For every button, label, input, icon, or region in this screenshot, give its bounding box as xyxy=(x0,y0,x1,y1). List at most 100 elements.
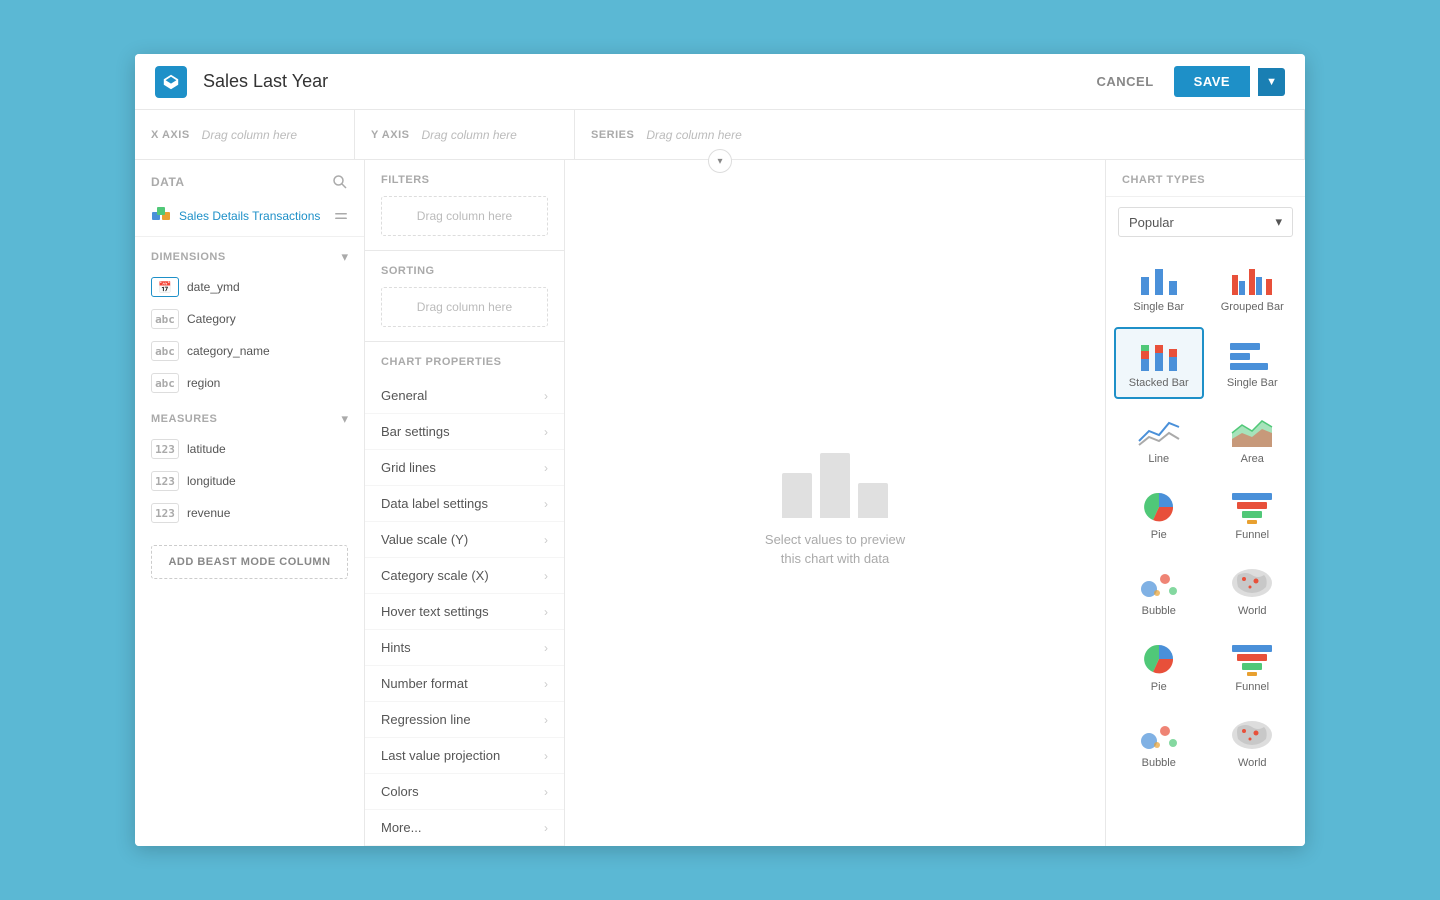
preview-panel: Select values to preview this chart with… xyxy=(565,160,1105,846)
chart-prop-value-scale[interactable]: Value scale (Y) › xyxy=(365,522,564,558)
filters-drag-zone[interactable]: Drag column here xyxy=(381,196,548,236)
chevron-right-icon: › xyxy=(544,389,548,403)
chart-prop-number-format[interactable]: Number format › xyxy=(365,666,564,702)
x-axis-placeholder[interactable]: Drag column here xyxy=(202,128,297,142)
chevron-right-icon: › xyxy=(544,713,548,727)
x-axis-label: X AXIS xyxy=(151,129,190,141)
number-icon: 123 xyxy=(151,471,179,491)
search-icon[interactable] xyxy=(332,174,348,190)
preview-message: Select values to preview this chart with… xyxy=(765,530,905,569)
data-source-icon xyxy=(151,206,171,226)
chart-prop-more[interactable]: More... › xyxy=(365,810,564,846)
dimensions-title: DIMENSIONS xyxy=(151,251,226,263)
measure-revenue[interactable]: 123 revenue xyxy=(135,497,364,529)
y-axis-placeholder[interactable]: Drag column here xyxy=(421,128,516,142)
chart-type-funnel[interactable]: Funnel xyxy=(1208,479,1298,551)
sorting-drag-zone[interactable]: Drag column here xyxy=(381,287,548,327)
chart-prop-bar-settings[interactable]: Bar settings › xyxy=(365,414,564,450)
dimensions-collapse-icon[interactable]: ▾ xyxy=(341,249,348,265)
dropdown-chevron-icon: ▾ xyxy=(1275,214,1282,230)
app-window: Sales Last Year CANCEL SAVE ▼ X AXIS Dra… xyxy=(135,54,1305,846)
data-source-name[interactable]: Sales Details Transactions xyxy=(179,209,326,223)
center-panel: FILTERS Drag column here SORTING Drag co… xyxy=(365,160,565,846)
preview-bar-1 xyxy=(782,473,812,518)
chevron-right-icon: › xyxy=(544,785,548,799)
measure-latitude[interactable]: 123 latitude xyxy=(135,433,364,465)
series-label: SERIES xyxy=(591,129,634,141)
axis-collapse-button[interactable]: ▾ xyxy=(708,149,732,173)
chevron-right-icon: › xyxy=(544,461,548,475)
data-source-settings-icon[interactable] xyxy=(334,209,348,223)
chevron-right-icon: › xyxy=(544,821,548,835)
number-icon: 123 xyxy=(151,439,179,459)
chevron-right-icon: › xyxy=(544,533,548,547)
dimension-name: Category xyxy=(187,312,236,326)
chart-type-bubble[interactable]: Bubble xyxy=(1114,555,1204,627)
chart-properties-title: CHART PROPERTIES xyxy=(365,342,564,378)
chart-prop-colors[interactable]: Colors › xyxy=(365,774,564,810)
chart-type-funnel-2[interactable]: Funnel xyxy=(1208,631,1298,703)
chart-type-single-bar[interactable]: Single Bar xyxy=(1114,251,1204,323)
chart-prop-hints[interactable]: Hints › xyxy=(365,630,564,666)
dimension-region[interactable]: abc region xyxy=(135,367,364,399)
chart-properties-section: CHART PROPERTIES General › Bar settings … xyxy=(365,342,564,846)
chart-types-title: CHART TYPES xyxy=(1106,160,1305,197)
preview-bar-2 xyxy=(820,453,850,518)
dimension-category[interactable]: abc Category xyxy=(135,303,364,335)
chevron-right-icon: › xyxy=(544,749,548,763)
axis-bar: X AXIS Drag column here Y AXIS Drag colu… xyxy=(135,110,1305,160)
dimension-date-ymd[interactable]: 📅 date_ymd xyxy=(135,271,364,303)
chart-type-pie[interactable]: Pie xyxy=(1114,479,1204,551)
chart-prop-data-labels[interactable]: Data label settings › xyxy=(365,486,564,522)
page-title: Sales Last Year xyxy=(203,71,1085,92)
measure-longitude[interactable]: 123 longitude xyxy=(135,465,364,497)
save-button[interactable]: SAVE xyxy=(1174,66,1250,97)
dimension-name: date_ymd xyxy=(187,280,240,294)
cancel-button[interactable]: CANCEL xyxy=(1085,66,1166,97)
save-dropdown-button[interactable]: ▼ xyxy=(1258,68,1285,96)
chart-prop-regression-line[interactable]: Regression line › xyxy=(365,702,564,738)
text-icon: abc xyxy=(151,309,179,329)
measure-name: revenue xyxy=(187,506,230,520)
chart-type-stacked-bar[interactable]: Stacked Bar xyxy=(1114,327,1204,399)
chart-prop-general[interactable]: General › xyxy=(365,378,564,414)
chevron-right-icon: › xyxy=(544,497,548,511)
chevron-right-icon: › xyxy=(544,605,548,619)
chart-type-world[interactable]: World xyxy=(1208,555,1298,627)
chart-prop-hover-text[interactable]: Hover text settings › xyxy=(365,594,564,630)
chart-prop-last-value[interactable]: Last value projection › xyxy=(365,738,564,774)
chart-type-single-bar-h[interactable]: Single Bar xyxy=(1208,327,1298,399)
data-source-row[interactable]: Sales Details Transactions xyxy=(135,200,364,237)
main-content: DATA Sales Details Transactions xyxy=(135,160,1305,846)
dimensions-list: 📅 date_ymd abc Category abc category_nam… xyxy=(135,271,364,399)
dimension-name: category_name xyxy=(187,344,270,358)
chart-types-grid: Single Bar Grouped Bar xyxy=(1106,247,1305,783)
data-panel: DATA Sales Details Transactions xyxy=(135,160,365,846)
sorting-section: SORTING Drag column here xyxy=(365,251,564,342)
app-logo xyxy=(155,66,187,98)
x-axis-section: X AXIS Drag column here xyxy=(135,110,355,159)
dimension-category-name[interactable]: abc category_name xyxy=(135,335,364,367)
chart-type-grouped-bar[interactable]: Grouped Bar xyxy=(1208,251,1298,323)
chart-prop-category-scale[interactable]: Category scale (X) › xyxy=(365,558,564,594)
y-axis-label: Y AXIS xyxy=(371,129,409,141)
series-placeholder[interactable]: Drag column here xyxy=(646,128,741,142)
add-beast-mode-button[interactable]: ADD BEAST MODE COLUMN xyxy=(151,545,348,579)
chart-type-bubble-2[interactable]: Bubble xyxy=(1114,707,1204,779)
chart-type-area[interactable]: Area xyxy=(1208,403,1298,475)
sorting-title: SORTING xyxy=(381,265,548,277)
chart-type-world-2[interactable]: World xyxy=(1208,707,1298,779)
preview-bars xyxy=(782,438,888,518)
chart-type-line[interactable]: Line xyxy=(1114,403,1204,475)
measures-list: 123 latitude 123 longitude 123 revenue xyxy=(135,433,364,529)
text-icon: abc xyxy=(151,341,179,361)
filters-title: FILTERS xyxy=(381,174,548,186)
measures-collapse-icon[interactable]: ▾ xyxy=(341,411,348,427)
filters-section: FILTERS Drag column here xyxy=(365,160,564,251)
chart-type-dropdown[interactable]: Popular ▾ xyxy=(1118,207,1293,237)
header-actions: CANCEL SAVE ▼ xyxy=(1085,66,1286,97)
chart-prop-grid-lines[interactable]: Grid lines › xyxy=(365,450,564,486)
dimension-name: region xyxy=(187,376,220,390)
chart-types-panel: CHART TYPES Popular ▾ Single Bar xyxy=(1105,160,1305,846)
chart-type-pie-2[interactable]: Pie xyxy=(1114,631,1204,703)
